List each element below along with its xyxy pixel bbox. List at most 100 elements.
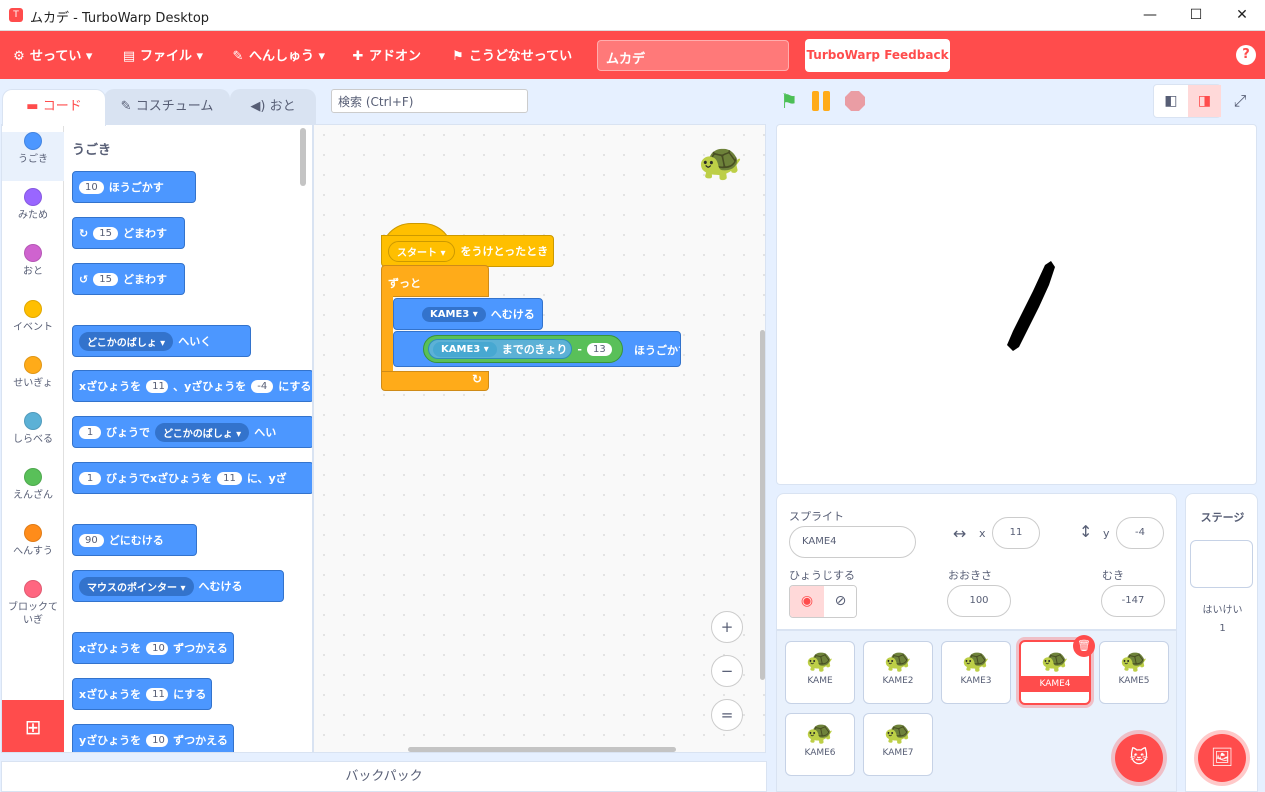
sprite-tile-kame[interactable]: 🐢 KAME (785, 641, 855, 704)
category-item[interactable]: イベント (2, 300, 64, 349)
minimize-button[interactable]: — (1127, 0, 1173, 31)
palette-scrollbar[interactable] (300, 128, 306, 186)
glide-target-dropdown[interactable]: どこかのばしょ ▾ (155, 422, 250, 442)
category-item[interactable]: ブロックて いぎ (2, 580, 64, 629)
green-flag-icon[interactable]: ⚑ (780, 90, 802, 112)
change-y-block[interactable]: yざひょうを 10 ずつかえる (72, 724, 234, 752)
zoom-reset-icon[interactable]: = (711, 699, 743, 731)
direction-input[interactable]: -147 (1101, 585, 1165, 617)
fullscreen-icon[interactable]: ⤢ (1225, 84, 1255, 118)
workspace-vertical-scrollbar[interactable] (760, 330, 765, 680)
glide-secs-input[interactable]: 1 (79, 425, 101, 439)
move-steps-block[interactable]: 10 ほうごかす (72, 171, 196, 203)
script-point-towards-block[interactable]: KAME3 ▾ へむける (393, 298, 543, 330)
distance-target-dropdown[interactable]: KAME3 ▾ (433, 341, 497, 357)
sprite-tile-kame7[interactable]: 🐢 KAME7 (863, 713, 933, 776)
sprite-tile-kame3[interactable]: 🐢 KAME3 (941, 641, 1011, 704)
sprite-tile-kame2[interactable]: 🐢 KAME2 (863, 641, 933, 704)
sprite-info-panel: スプライト KAME4 ↔ x 11 ↕ y -4 ひょうじする ◉ ⊘ おおき… (776, 493, 1177, 630)
close-button[interactable]: ✕ (1219, 0, 1265, 31)
change-y-input[interactable]: 10 (146, 733, 169, 747)
when-receive-block[interactable]: スタート ▾ をうけとったとき (381, 235, 554, 267)
zoom-in-icon[interactable]: + (711, 611, 743, 643)
set-x-block[interactable]: xざひょうを 11 にする (72, 678, 212, 710)
category-item[interactable]: へんすう (2, 524, 64, 573)
stage-selector-panel[interactable]: ステージ はいけい 1 🖼 (1185, 493, 1258, 792)
change-x-block[interactable]: xざひょうを 10 ずつかえる (72, 632, 234, 664)
hide-eye-icon[interactable]: ⊘ (824, 586, 856, 617)
script-workspace[interactable]: 🐢 スタート ▾ をうけとったとき ずっと ↻ KAME3 ▾ へむける KAME3… (313, 124, 766, 753)
script-point-target-dropdown[interactable]: KAME3 ▾ (422, 306, 486, 322)
sprite-tile-kame6[interactable]: 🐢 KAME6 (785, 713, 855, 776)
category-item[interactable]: おと (2, 244, 64, 293)
subtract-operator-block[interactable]: KAME3 ▾ までのきょり - 13 (423, 335, 623, 363)
goto-xy-block[interactable]: xざひょうを 11 、yざひょうを -4 にする (72, 370, 312, 402)
x-input[interactable]: 11 (992, 517, 1040, 549)
zoom-out-icon[interactable]: − (711, 655, 743, 687)
turn-right-block[interactable]: ↻ 15 どまわす (72, 217, 185, 249)
move-steps-input[interactable]: 10 (79, 180, 104, 194)
script-move-steps-block[interactable]: KAME3 ▾ までのきょり - 13 ほうごかす (393, 331, 681, 367)
edit-menu[interactable]: ✎ へんしゅう ▾ (231, 45, 326, 65)
message-dropdown[interactable]: スタート ▾ (388, 240, 455, 262)
tab-costumes[interactable]: ✎ コスチューム (104, 89, 230, 125)
subtract-value-input[interactable]: 13 (587, 342, 612, 356)
point-direction-block[interactable]: 90 どにむける (72, 524, 197, 556)
category-item[interactable]: みため (2, 188, 64, 237)
tab-code[interactable]: ▬ コード (2, 89, 106, 126)
point-towards-block[interactable]: マウスのポインター ▾ へむける (72, 570, 284, 602)
category-item[interactable]: えんざん (2, 468, 64, 517)
set-x-input[interactable]: 11 (146, 687, 169, 701)
addons-menu[interactable]: ✚ アドオン (351, 45, 421, 65)
workspace-horizontal-scrollbar[interactable] (408, 747, 676, 752)
stage-thumbnail[interactable] (1190, 540, 1253, 588)
show-eye-icon[interactable]: ◉ (790, 586, 824, 617)
point-towards-dropdown[interactable]: マウスのポインター ▾ (79, 576, 194, 596)
category-color-dot (24, 188, 42, 206)
glide-xy-secs-input[interactable]: 1 (79, 471, 101, 485)
sprite-tile-kame5[interactable]: 🐢 KAME5 (1099, 641, 1169, 704)
help-icon[interactable]: ? (1236, 45, 1256, 65)
backpack-bar[interactable]: バックパック (1, 761, 767, 792)
glide-xy-block[interactable]: 1 びょうでxざひょうを 11 に、yざ (72, 462, 312, 494)
project-title-input[interactable]: ムカデ (597, 40, 789, 71)
search-input[interactable]: 検索 (Ctrl+F) (331, 89, 528, 113)
feedback-button[interactable]: TurboWarp Feedback (805, 39, 950, 72)
glide-block[interactable]: 1 びょうで どこかのばしょ ▾ へい (72, 416, 312, 448)
category-label: へんすう (13, 546, 53, 557)
delete-sprite-icon[interactable]: 🗑 (1073, 635, 1095, 657)
stage-canvas[interactable] (776, 124, 1257, 485)
y-input[interactable]: -4 (1116, 517, 1164, 549)
add-backdrop-icon[interactable]: 🖼 (1198, 734, 1246, 782)
small-stage-icon[interactable]: ◧ (1154, 85, 1188, 117)
turtle-costume-icon: 🐢 (962, 649, 990, 674)
stage-drawing (1007, 261, 1055, 351)
glide-x-input[interactable]: 11 (217, 471, 242, 485)
advanced-settings-menu[interactable]: ⚑ こうどなせってい (451, 45, 572, 65)
turn-right-input[interactable]: 15 (93, 226, 118, 240)
goto-target-dropdown[interactable]: どこかのばしょ ▾ (79, 331, 174, 351)
settings-menu[interactable]: ⚙ せってい ▾ (12, 45, 92, 65)
add-extension-icon[interactable]: ⊞ (2, 700, 64, 752)
goto-y-input[interactable]: -4 (251, 379, 274, 393)
large-stage-icon[interactable]: ◨ (1188, 85, 1221, 117)
maximize-button[interactable]: ☐ (1173, 0, 1219, 31)
goto-x-input[interactable]: 11 (146, 379, 169, 393)
category-item[interactable]: せいぎょ (2, 356, 64, 405)
pause-icon[interactable] (812, 91, 834, 111)
direction-input[interactable]: 90 (79, 533, 104, 547)
forever-block[interactable]: ずっと (381, 265, 489, 297)
goto-block[interactable]: どこかのばしょ ▾ へいく (72, 325, 251, 357)
distance-to-block[interactable]: KAME3 ▾ までのきょり (428, 339, 573, 359)
sprite-name-input[interactable]: KAME4 (789, 526, 916, 558)
change-x-input[interactable]: 10 (146, 641, 169, 655)
file-menu[interactable]: ▤ ファイル ▾ (122, 45, 203, 65)
category-item[interactable]: うごき (2, 132, 64, 181)
category-item[interactable]: しらべる (2, 412, 64, 461)
size-input[interactable]: 100 (947, 585, 1011, 617)
stop-icon[interactable] (845, 91, 865, 111)
turn-left-input[interactable]: 15 (93, 272, 118, 286)
turn-left-block[interactable]: ↺ 15 どまわす (72, 263, 185, 295)
add-sprite-icon[interactable]: 🐱 (1115, 734, 1163, 782)
tab-sounds[interactable]: ◀) おと (230, 89, 316, 125)
